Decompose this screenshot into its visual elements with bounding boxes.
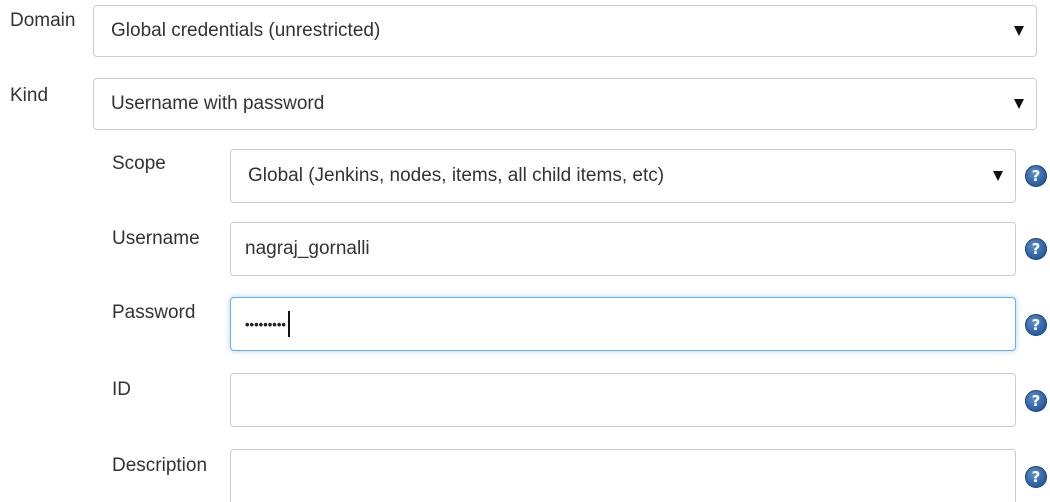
- password-label: Password: [112, 302, 196, 323]
- username-input-value: nagraj_gornalli: [245, 238, 370, 259]
- description-textarea[interactable]: [230, 449, 1016, 502]
- username-help-icon[interactable]: ?: [1025, 238, 1047, 260]
- domain-select-value: Global credentials (unrestricted): [111, 20, 381, 41]
- domain-label: Domain: [10, 10, 76, 31]
- scope-select-value: Global (Jenkins, nodes, items, all child…: [248, 165, 665, 186]
- chevron-down-icon: [1014, 26, 1024, 36]
- scope-help-icon[interactable]: ?: [1025, 165, 1047, 187]
- text-cursor: [287, 311, 290, 337]
- kind-select[interactable]: Username with password: [93, 78, 1037, 130]
- credentials-form: Domain Global credentials (unrestricted)…: [0, 0, 1050, 502]
- id-input[interactable]: [230, 373, 1016, 427]
- description-label: Description: [112, 455, 208, 476]
- chevron-down-icon: [1014, 99, 1024, 109]
- username-input[interactable]: nagraj_gornalli: [230, 222, 1016, 276]
- description-help-icon[interactable]: ?: [1025, 466, 1047, 488]
- chevron-down-icon: [993, 171, 1003, 181]
- kind-select-value: Username with password: [111, 93, 325, 114]
- kind-label: Kind: [10, 85, 49, 106]
- password-input[interactable]: •••••••••: [230, 297, 1016, 351]
- id-help-icon[interactable]: ?: [1025, 390, 1047, 412]
- password-input-value: •••••••••: [245, 316, 286, 332]
- domain-select[interactable]: Global credentials (unrestricted): [93, 5, 1037, 57]
- password-help-icon[interactable]: ?: [1025, 314, 1047, 336]
- scope-select[interactable]: Global (Jenkins, nodes, items, all child…: [230, 149, 1016, 203]
- username-label: Username: [112, 228, 200, 249]
- id-label: ID: [112, 379, 131, 400]
- scope-label: Scope: [112, 153, 166, 174]
